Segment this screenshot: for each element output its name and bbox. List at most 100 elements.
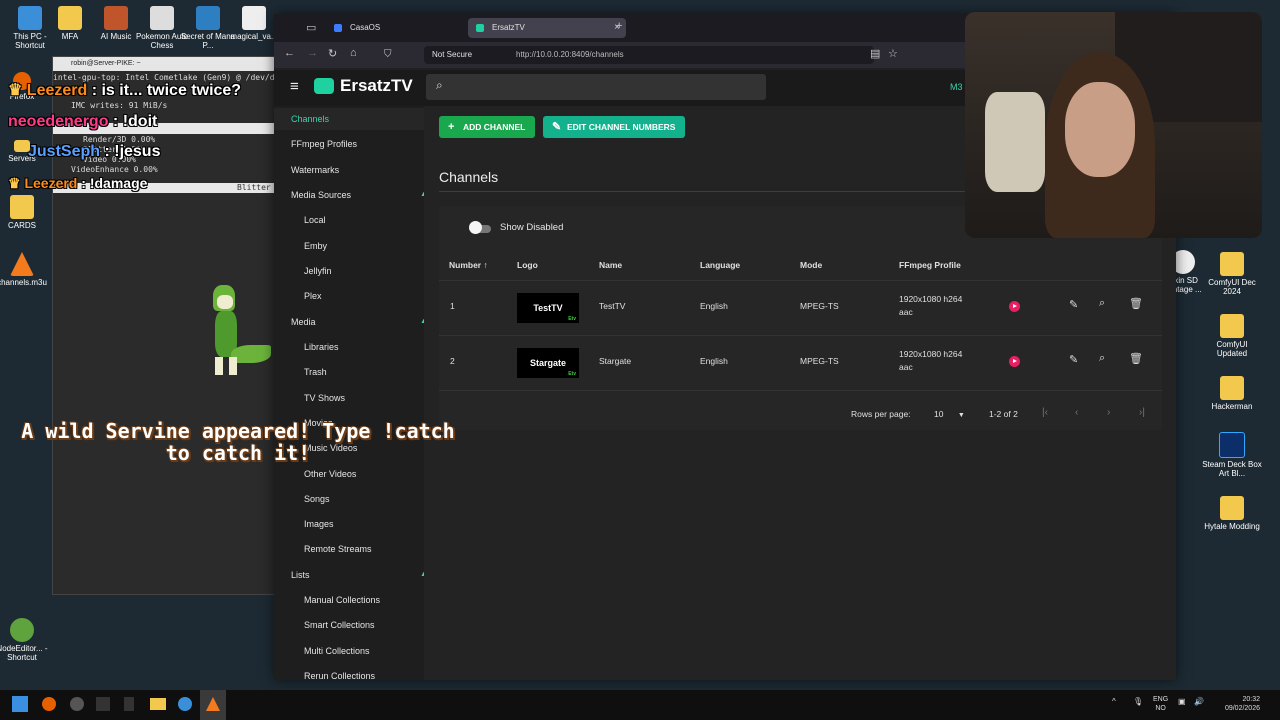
tab-casaos[interactable]: CasaOS × bbox=[326, 18, 480, 38]
column-header-mode[interactable]: Mode bbox=[800, 260, 822, 270]
chat-message: ♛ Leezerd : !damage bbox=[8, 175, 148, 191]
windows-start-icon[interactable] bbox=[12, 696, 28, 712]
sidebar-item-local[interactable]: Local bbox=[274, 209, 424, 231]
sidebar-item-trash[interactable]: Trash bbox=[274, 361, 424, 383]
column-header-name[interactable]: Name bbox=[599, 260, 622, 270]
file-explorer-icon[interactable] bbox=[150, 698, 166, 710]
sidebar-item-emby[interactable]: Emby bbox=[274, 235, 424, 257]
rows-per-page-select[interactable]: 10 ▼ bbox=[934, 409, 965, 419]
show-disabled-toggle[interactable] bbox=[469, 221, 482, 234]
home-icon[interactable]: ⌂ bbox=[350, 47, 357, 59]
firefox-icon[interactable] bbox=[42, 697, 56, 711]
shield-icon[interactable]: ⛉ bbox=[384, 46, 392, 64]
last-page-icon[interactable]: ›| bbox=[1139, 407, 1145, 418]
chat-message: JustSeph : !jesus bbox=[28, 143, 161, 160]
desktop-icon-nodeeditor[interactable]: NodeEditor... - Shortcut bbox=[0, 618, 52, 662]
security-indicator[interactable]: Not Secure bbox=[432, 46, 472, 64]
volume-icon[interactable]: 🔊 bbox=[1194, 697, 1204, 706]
desktop-icon-comfyui-updated[interactable]: ComfyUI Updated bbox=[1202, 314, 1262, 358]
column-header-number[interactable]: Number ↑ bbox=[449, 260, 488, 270]
play-icon[interactable] bbox=[1009, 356, 1020, 367]
sidebar-item-lists[interactable]: Lists ▲ bbox=[274, 564, 424, 586]
sidebar-item-other-videos[interactable]: Other Videos bbox=[274, 463, 424, 485]
zoom-icon[interactable]: ⌕ bbox=[1099, 352, 1105, 365]
folder-icon bbox=[1220, 314, 1244, 338]
channel-logo: TestTV Etv bbox=[517, 293, 579, 323]
rows-per-page-label: Rows per page: bbox=[851, 409, 911, 419]
header-right-label[interactable]: M3 bbox=[950, 82, 963, 92]
desktop-icon-hackerman[interactable]: Hackerman bbox=[1202, 376, 1262, 411]
desktop-icon-channels-m3u[interactable]: channels.m3u bbox=[0, 252, 52, 287]
tab-list-icon[interactable]: ▭ bbox=[306, 21, 316, 34]
forward-icon[interactable]: → bbox=[307, 47, 318, 59]
edit-icon[interactable]: ✎ bbox=[1069, 353, 1078, 366]
first-page-icon[interactable]: |‹ bbox=[1042, 407, 1048, 418]
sidebar-item-multi-collections[interactable]: Multi Collections bbox=[274, 640, 424, 662]
desktop-icon-comfyui-dec[interactable]: ComfyUI Dec 2024 bbox=[1202, 252, 1262, 296]
sidebar-item-smart-collections[interactable]: Smart Collections bbox=[274, 614, 424, 636]
photoshop-icon bbox=[1219, 432, 1245, 458]
sidebar-item-channels[interactable]: Channels bbox=[274, 108, 424, 130]
language-indicator[interactable]: ENG NO bbox=[1153, 695, 1168, 713]
prev-page-icon[interactable]: ‹ bbox=[1075, 407, 1078, 418]
channel-ffmpeg-audio: aac bbox=[899, 307, 913, 317]
desktop-icon-steam-deck[interactable]: Steam Deck Box Art Bl... bbox=[1202, 432, 1262, 478]
taskbar: ^ 🎙 ENG NO ▣ 🔊 20:32 09/02/2026 bbox=[0, 690, 1280, 720]
next-page-icon[interactable]: › bbox=[1107, 407, 1110, 418]
sidebar-item-watermarks[interactable]: Watermarks bbox=[274, 159, 424, 181]
folder-icon bbox=[1220, 496, 1244, 520]
table-row[interactable]: 2 Stargate Etv Stargate English MPEG-TS … bbox=[439, 336, 1162, 390]
bookmark-star-icon[interactable]: ☆ bbox=[888, 47, 898, 60]
reload-icon[interactable]: ↻ bbox=[328, 47, 337, 60]
sidebar-item-jellyfin[interactable]: Jellyfin bbox=[274, 260, 424, 282]
sidebar-item-plex[interactable]: Plex bbox=[274, 285, 424, 307]
desktop-icon-hytale[interactable]: Hytale Modding bbox=[1202, 496, 1262, 531]
reader-view-icon[interactable]: ▤ bbox=[870, 47, 880, 60]
sidebar-item-images[interactable]: Images bbox=[274, 513, 424, 535]
sidebar-item-remote-streams[interactable]: Remote Streams bbox=[274, 538, 424, 560]
chrome-icon[interactable] bbox=[178, 697, 192, 711]
zoom-icon[interactable]: ⌕ bbox=[1099, 297, 1105, 310]
address-bar[interactable]: ⛉ Not Secure http://10.0.0.20:8409/chann… bbox=[384, 46, 874, 64]
terminal-window[interactable]: robin@Server-PIKE: ~ intel-gpu-top: Inte… bbox=[52, 56, 276, 595]
sidebar-item-songs[interactable]: Songs bbox=[274, 488, 424, 510]
mic-icon[interactable]: 🎙 bbox=[1133, 697, 1143, 706]
app-icon[interactable] bbox=[124, 697, 134, 711]
sidebar-item-manual-collections[interactable]: Manual Collections bbox=[274, 589, 424, 611]
back-icon[interactable]: ← bbox=[284, 47, 295, 59]
channel-number: 1 bbox=[450, 301, 455, 311]
sidebar-item-media-sources[interactable]: Media Sources ▲ bbox=[274, 184, 424, 206]
sidebar-item-libraries[interactable]: Libraries bbox=[274, 336, 424, 358]
tray-overflow-icon[interactable]: ^ bbox=[1112, 697, 1116, 706]
brand-name[interactable]: ErsatzTV bbox=[340, 76, 413, 96]
menu-icon[interactable]: ≡ bbox=[290, 78, 299, 95]
edit-icon[interactable]: ✎ bbox=[1069, 298, 1078, 311]
channel-logo: Stargate Etv bbox=[517, 348, 579, 378]
page-title: Channels bbox=[439, 169, 499, 185]
play-icon[interactable] bbox=[1009, 301, 1020, 312]
channel-name: Stargate bbox=[599, 356, 632, 366]
delete-icon[interactable]: 🗑 bbox=[1129, 297, 1143, 310]
new-tab-icon[interactable]: + bbox=[616, 20, 622, 32]
url-text[interactable]: http://10.0.0.20:8409/channels bbox=[516, 46, 624, 64]
app-icon[interactable] bbox=[70, 697, 84, 711]
add-channel-button[interactable]: + ADD CHANNEL bbox=[439, 116, 536, 138]
row-divider bbox=[439, 390, 1162, 391]
tab-ersatztv[interactable]: ErsatzTV × bbox=[468, 18, 626, 38]
terminal-icon[interactable] bbox=[96, 697, 110, 711]
network-icon[interactable]: ▣ bbox=[1178, 697, 1186, 706]
column-header-ffmpeg-profile[interactable]: FFmpeg Profile bbox=[899, 260, 961, 270]
file-icon bbox=[242, 6, 266, 30]
sidebar-item-rerun-collections[interactable]: Rerun Collections bbox=[274, 665, 424, 680]
edit-channel-numbers-button[interactable]: ✎ EDIT CHANNEL NUMBERS bbox=[543, 116, 686, 138]
terminal-imc-line: IMC writes: 91 MiB/s bbox=[71, 101, 168, 110]
sidebar-item-tv-shows[interactable]: TV Shows bbox=[274, 387, 424, 409]
clock[interactable]: 20:32 09/02/2026 bbox=[1212, 695, 1260, 713]
sidebar-item-media[interactable]: Media ▲ bbox=[274, 311, 424, 333]
sidebar-item-ffmpeg-profiles[interactable]: FFmpeg Profiles bbox=[274, 133, 424, 155]
table-row[interactable]: 1 TestTV Etv TestTV English MPEG-TS 1920… bbox=[439, 281, 1162, 335]
delete-icon[interactable]: 🗑 bbox=[1129, 352, 1143, 365]
search-input[interactable]: ⌕ bbox=[426, 74, 766, 100]
desktop-icon-cards[interactable]: CARDS bbox=[0, 195, 52, 230]
column-header-language[interactable]: Language bbox=[700, 260, 740, 270]
